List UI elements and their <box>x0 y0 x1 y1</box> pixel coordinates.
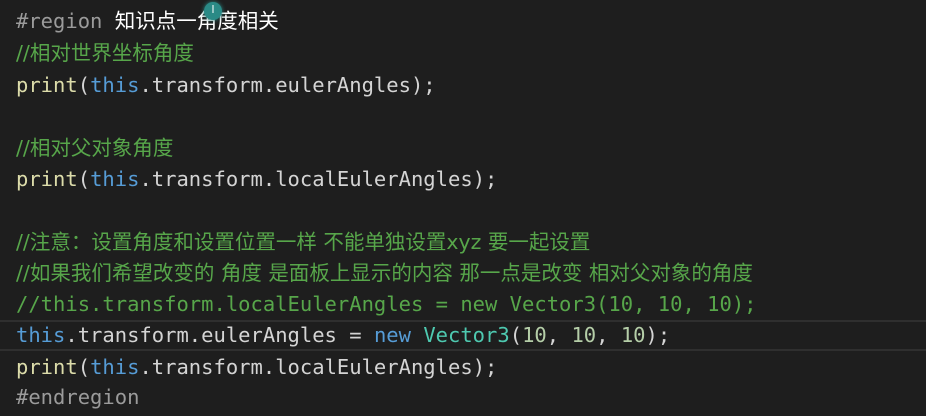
comment-text: //注意：设置角度和设置位置一样 不能单独设置xyz 要一起设置 <box>16 230 591 254</box>
endregion-directive: #endregion <box>16 385 140 409</box>
keyword-this: this <box>90 167 140 191</box>
paren-close: ); <box>410 73 436 97</box>
region-title-part1: 知识点一 <box>114 9 197 33</box>
code-line-statement-current[interactable]: this.transform.eulerAngles = new Vector3… <box>16 320 670 351</box>
keyword-this: this <box>90 355 140 379</box>
keyword-this: this <box>90 73 140 97</box>
paren-open: ( <box>77 167 91 191</box>
keyword-this: this <box>16 323 66 347</box>
code-line-region[interactable]: #region 知识点一角度相关 <box>16 6 279 37</box>
code-line-endregion[interactable]: #endregion <box>16 382 139 413</box>
function-name: print <box>16 355 78 379</box>
separator: , <box>596 323 621 347</box>
member-access: .transform.localEulerAngles <box>139 355 473 379</box>
code-line-comment[interactable]: //如果我们希望改变的 角度 是面板上显示的内容 那一点是改变 相对父对象的角度 <box>16 258 753 289</box>
member-access: .transform.localEulerAngles <box>139 167 473 191</box>
paren-open: ( <box>509 323 523 347</box>
code-line-comment[interactable]: //注意：设置角度和设置位置一样 不能单独设置xyz 要一起设置 <box>16 227 590 258</box>
number-literal: 10 <box>571 323 597 347</box>
code-line-statement[interactable]: print(this.transform.localEulerAngles); <box>16 164 497 195</box>
function-name: print <box>16 73 78 97</box>
member-access: .transform.eulerAngles = <box>65 323 374 347</box>
paren-close: ); <box>645 323 671 347</box>
code-line-statement[interactable]: print(this.transform.localEulerAngles); <box>16 352 497 383</box>
paren-open: ( <box>77 73 91 97</box>
code-line-comment[interactable]: //this.transform.localEulerAngles = new … <box>16 289 757 320</box>
comment-text: //相对世界坐标角度 <box>16 41 194 65</box>
paren-close: ); <box>472 167 498 191</box>
paren-open: ( <box>77 355 91 379</box>
member-access: .transform.eulerAngles <box>139 73 411 97</box>
code-line-statement[interactable]: print(this.transform.eulerAngles); <box>16 70 436 101</box>
region-directive: #region <box>16 9 103 33</box>
paren-close: ); <box>472 355 498 379</box>
cursor-icon: I <box>204 2 222 20</box>
number-literal: 10 <box>620 323 646 347</box>
keyword-new: new <box>373 323 411 347</box>
type-name: Vector3 <box>423 323 510 347</box>
cursor-glyph: I <box>211 3 215 16</box>
comment-text: //this.transform.localEulerAngles = new … <box>16 292 757 316</box>
comment-text: //如果我们希望改变的 角度 是面板上显示的内容 那一点是改变 相对父对象的角度 <box>16 261 753 285</box>
separator: , <box>546 323 572 347</box>
function-name: print <box>16 167 78 191</box>
code-editor[interactable]: #region 知识点一角度相关 I //相对世界坐标角度 print(this… <box>0 0 926 416</box>
number-literal: 10 <box>522 323 547 347</box>
comment-text: //相对父对象角度 <box>16 136 174 160</box>
code-line-comment[interactable]: //相对世界坐标角度 <box>16 38 194 69</box>
code-line-comment[interactable]: //相对父对象角度 <box>16 133 173 164</box>
